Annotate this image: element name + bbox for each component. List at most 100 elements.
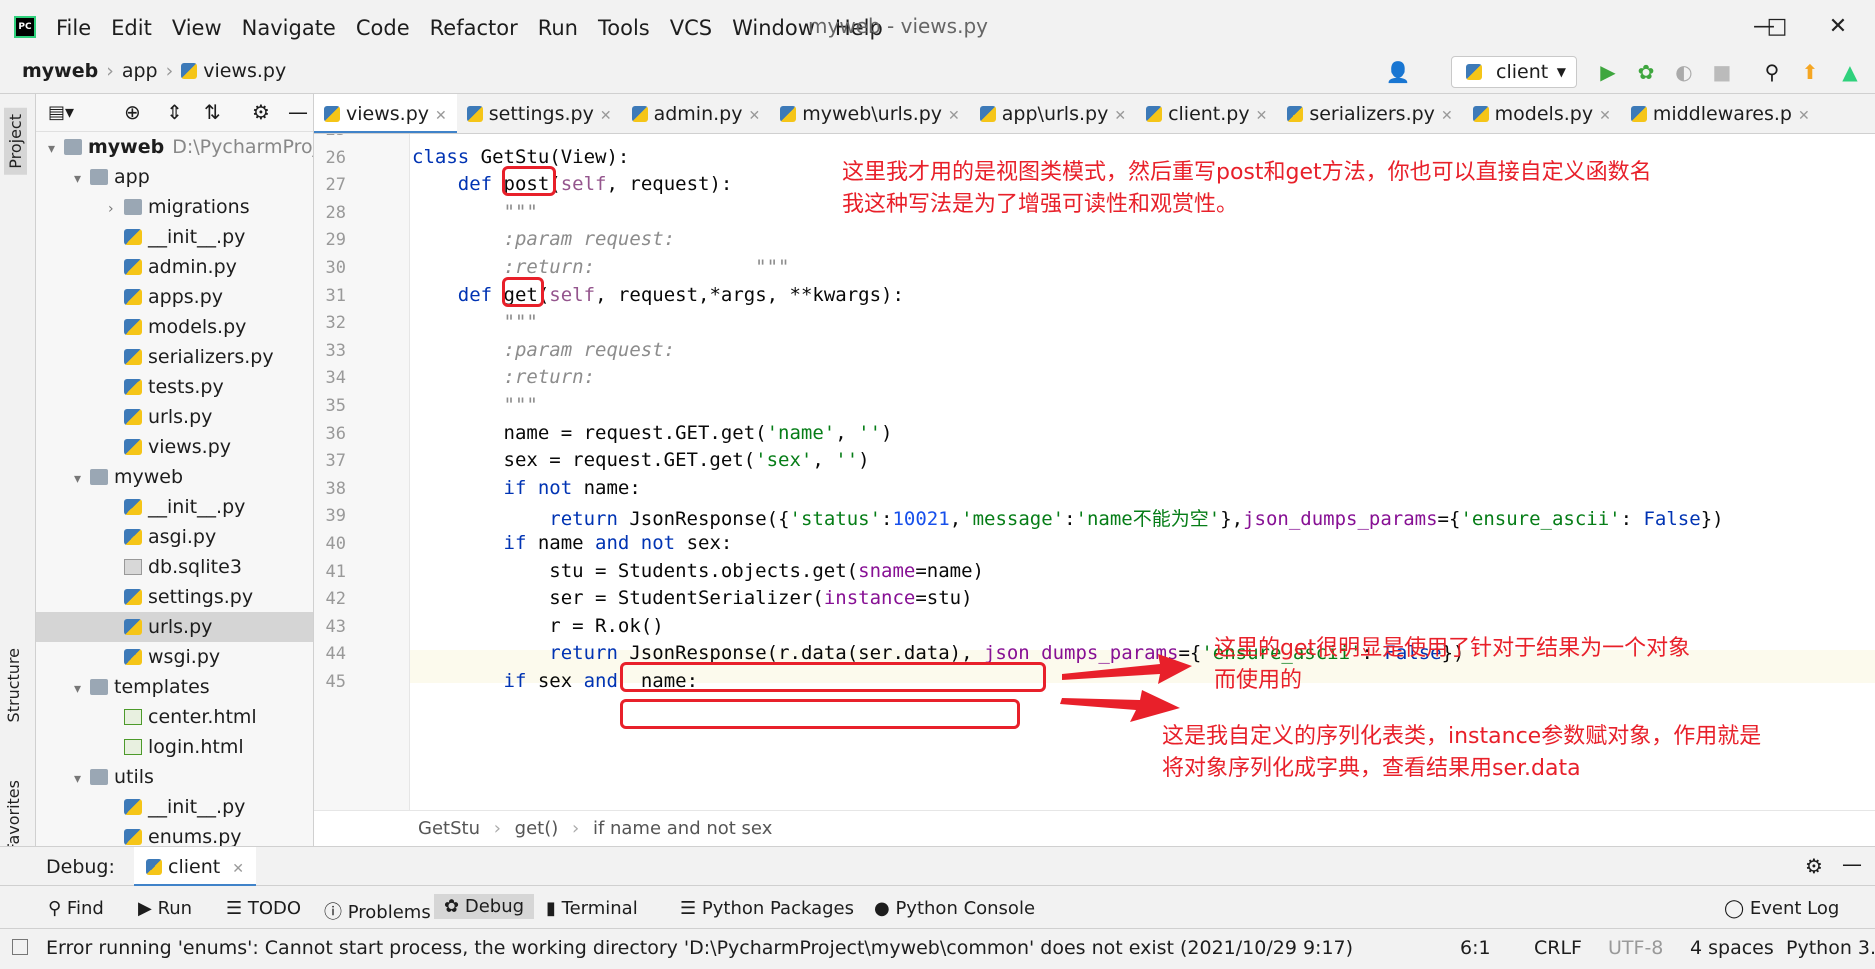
tree-item[interactable]: ▾ templates bbox=[36, 672, 313, 704]
code-line[interactable]: ser = StudentSerializer(instance=stu) bbox=[412, 587, 972, 609]
code-line[interactable]: :return: bbox=[412, 366, 596, 388]
close-icon[interactable]: ✕ bbox=[1441, 108, 1453, 124]
tree-item[interactable]: views.py bbox=[36, 432, 313, 462]
view-mode-icon[interactable]: ▤▾ bbox=[48, 102, 74, 123]
tool-run[interactable]: ▶ Run bbox=[138, 898, 192, 919]
tree-item[interactable]: login.html bbox=[36, 732, 313, 762]
tool-find[interactable]: ⚲ Find bbox=[48, 898, 104, 919]
coverage-icon[interactable]: ◐ bbox=[1670, 60, 1698, 84]
chevron-down-icon[interactable]: ▾ bbox=[48, 134, 64, 164]
close-icon[interactable]: ✕ bbox=[435, 108, 447, 124]
run-icon[interactable]: ▶ bbox=[1594, 60, 1622, 84]
code-line[interactable]: class GetStu(View): bbox=[412, 146, 629, 168]
tree-item[interactable]: tests.py bbox=[36, 372, 313, 402]
code-line[interactable]: return JsonResponse({'status':10021,'mes… bbox=[412, 504, 1723, 531]
menu-refactor[interactable]: Refactor bbox=[430, 16, 518, 40]
tree-item[interactable]: __init__.py bbox=[36, 792, 313, 822]
tool-python-packages[interactable]: ☰ Python Packages bbox=[680, 898, 854, 919]
code-line[interactable]: """ bbox=[412, 394, 538, 416]
tree-item[interactable]: center.html bbox=[36, 702, 313, 732]
close-icon[interactable]: ✕ bbox=[232, 861, 244, 877]
plugin-icon[interactable]: ▲ bbox=[1836, 60, 1864, 84]
collapse-all-icon[interactable]: ⇅ bbox=[204, 100, 221, 124]
menu-edit[interactable]: Edit bbox=[111, 16, 152, 40]
code-line[interactable]: r = R.ok() bbox=[412, 615, 663, 637]
locate-icon[interactable]: ⊕ bbox=[124, 100, 141, 124]
editor-tab[interactable]: views.py ✕ bbox=[314, 94, 457, 133]
code-editor[interactable]: 25 26 27 28 29 30 31 32 33 34 35 36 37 38 39 40 41 42 43 44… bbox=[314, 134, 1875, 810]
user-icon[interactable]: 👤 bbox=[1384, 60, 1412, 84]
editor-tab[interactable]: middlewares.p ✕ bbox=[1621, 94, 1820, 133]
code-line[interactable]: def post(self, request): bbox=[412, 173, 733, 195]
breadcrumb-file[interactable]: views.py bbox=[203, 60, 286, 82]
editor-tab[interactable]: client.py ✕ bbox=[1136, 94, 1277, 133]
close-icon[interactable]: ✕ bbox=[600, 108, 612, 124]
chevron-right-icon[interactable]: › bbox=[108, 194, 124, 224]
hide-panel-icon[interactable]: — bbox=[288, 100, 308, 124]
menu-run[interactable]: Run bbox=[538, 16, 578, 40]
hide-panel-icon[interactable]: — bbox=[1842, 852, 1862, 876]
search-icon[interactable]: ⚲ bbox=[1758, 60, 1786, 84]
close-icon[interactable]: ✕ bbox=[1114, 108, 1126, 124]
tree-item[interactable]: › migrations bbox=[36, 192, 313, 224]
code-line[interactable]: if name and not sex: bbox=[412, 532, 733, 554]
debug-tab-client[interactable]: client ✕ bbox=[134, 847, 256, 887]
code-line[interactable]: name = request.GET.get('name', '') bbox=[412, 422, 893, 444]
chevron-down-icon[interactable]: ▾ bbox=[74, 764, 90, 794]
breadcrumb-project[interactable]: myweb bbox=[22, 60, 98, 82]
favorites-tool-tab[interactable]: Favorites bbox=[4, 780, 23, 852]
tree-item[interactable]: models.py bbox=[36, 312, 313, 342]
tool-problems[interactable]: ⓘ Problems bbox=[324, 898, 431, 924]
tree-item[interactable]: __init__.py bbox=[36, 492, 313, 522]
gear-icon[interactable]: ⚙ bbox=[252, 100, 270, 124]
code-line[interactable]: """ bbox=[412, 201, 538, 223]
menu-vcs[interactable]: VCS bbox=[670, 16, 712, 40]
run-config-select[interactable]: client ▼ bbox=[1451, 56, 1577, 88]
editor-tab[interactable]: settings.py ✕ bbox=[457, 94, 622, 133]
chevron-down-icon[interactable]: ▾ bbox=[74, 164, 90, 194]
menu-file[interactable]: File bbox=[56, 16, 91, 40]
menu-navigate[interactable]: Navigate bbox=[242, 16, 336, 40]
editor-tab[interactable]: myweb\urls.py ✕ bbox=[770, 94, 970, 133]
caret-position[interactable]: 6:1 bbox=[1460, 937, 1491, 959]
close-window-button[interactable]: ✕ bbox=[1818, 10, 1858, 44]
chevron-down-icon[interactable]: ▾ bbox=[74, 674, 90, 704]
code-line[interactable]: :param request: bbox=[412, 339, 676, 361]
expand-all-icon[interactable]: ⇕ bbox=[166, 100, 183, 124]
tool-debug[interactable]: ✿ Debug bbox=[434, 894, 535, 919]
close-icon[interactable]: ✕ bbox=[1599, 108, 1611, 124]
crumb-method[interactable]: get() bbox=[515, 818, 559, 839]
editor-tab[interactable]: models.py ✕ bbox=[1463, 94, 1621, 133]
debug-icon[interactable]: ✿ bbox=[1632, 60, 1660, 84]
project-tool-tab[interactable]: Project bbox=[4, 108, 27, 175]
tree-item[interactable]: __init__.py bbox=[36, 222, 313, 252]
tree-item[interactable]: db.sqlite3 bbox=[36, 552, 313, 582]
tree-item[interactable]: settings.py bbox=[36, 582, 313, 612]
editor-tab[interactable]: admin.py ✕ bbox=[622, 94, 771, 133]
menu-view[interactable]: View bbox=[172, 16, 222, 40]
file-encoding[interactable]: UTF-8 bbox=[1608, 937, 1663, 959]
editor-tab[interactable]: serializers.py ✕ bbox=[1277, 94, 1462, 133]
code-line[interactable]: :param request: bbox=[412, 228, 676, 250]
structure-tool-tab[interactable]: Structure bbox=[4, 648, 23, 722]
tree-item[interactable]: ▾ myweb D:\PycharmProje bbox=[36, 132, 313, 164]
status-toggle-icon[interactable] bbox=[12, 939, 28, 955]
tool-terminal[interactable]: ▮ Terminal bbox=[546, 898, 638, 919]
close-icon[interactable]: ✕ bbox=[748, 108, 760, 124]
tree-item[interactable]: ▾ myweb bbox=[36, 462, 313, 492]
tree-item[interactable]: ▾ app bbox=[36, 162, 313, 194]
interpreter[interactable]: Python 3.8 bbox=[1786, 937, 1875, 959]
code-line[interactable]: def get(self, request,*args, **kwargs): bbox=[412, 284, 904, 306]
tool-event-log[interactable]: ◯ Event Log bbox=[1724, 898, 1839, 919]
code-line[interactable]: stu = Students.objects.get(sname=name) bbox=[412, 560, 984, 582]
close-icon[interactable]: ✕ bbox=[948, 108, 960, 124]
tool-todo[interactable]: ☰ TODO bbox=[226, 898, 301, 919]
line-separator[interactable]: CRLF bbox=[1534, 937, 1582, 959]
tree-item[interactable]: asgi.py bbox=[36, 522, 313, 552]
tree-item[interactable]: apps.py bbox=[36, 282, 313, 312]
gear-icon[interactable]: ⚙ bbox=[1805, 854, 1823, 878]
code-line[interactable]: sex = request.GET.get('sex', '') bbox=[412, 449, 870, 471]
maximize-button[interactable]: □ bbox=[1757, 10, 1797, 44]
tree-item[interactable]: admin.py bbox=[36, 252, 313, 282]
tree-item[interactable]: ▾ utils bbox=[36, 762, 313, 794]
